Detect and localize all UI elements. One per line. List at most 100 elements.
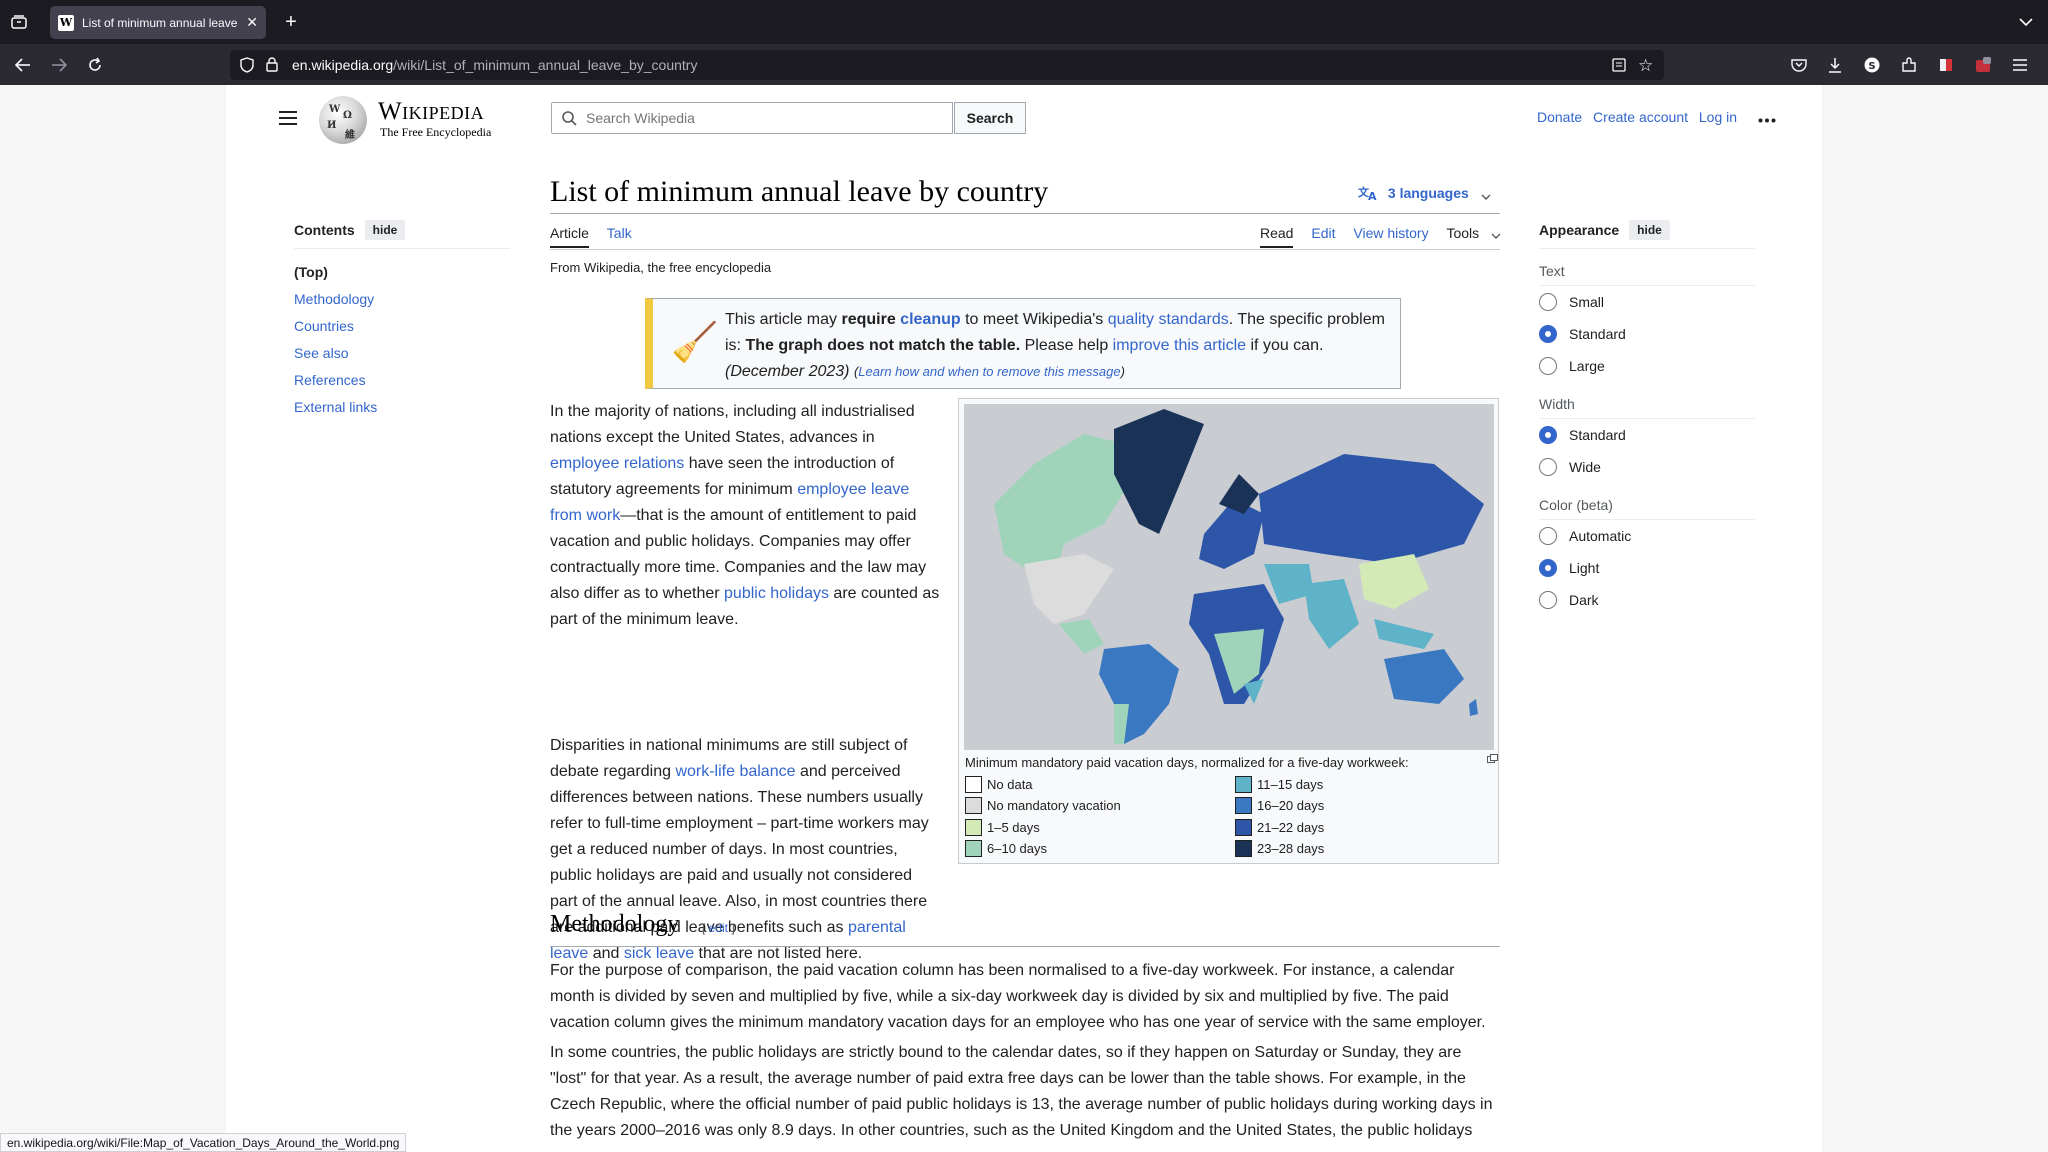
vacation-days-world-map[interactable]	[964, 404, 1494, 750]
legend-swatch	[965, 797, 982, 814]
methodology-paragraph-2: In some countries, the public holidays a…	[550, 1044, 1493, 1139]
radio-automatic[interactable]	[1539, 527, 1557, 545]
view-tabs: Read Edit View history Tools	[1260, 225, 1501, 248]
legend-item: 16–20 days	[1235, 796, 1324, 816]
radio-small[interactable]	[1539, 293, 1557, 311]
improve-article-link[interactable]: improve this article	[1113, 337, 1246, 354]
toc-hide-button[interactable]: hide	[364, 220, 406, 240]
site-sub: From Wikipedia, the free encyclopedia	[550, 260, 772, 275]
address-bar[interactable]: en.wikipedia.org/wiki/List_of_minimum_an…	[230, 50, 1664, 80]
donate-link[interactable]: Donate	[1537, 109, 1582, 125]
reload-icon[interactable]	[84, 54, 106, 76]
toc-item-references[interactable]: References	[294, 367, 510, 394]
legend-label: 21–22 days	[1257, 819, 1325, 835]
new-tab-icon[interactable]: +	[280, 11, 302, 33]
create-account-link[interactable]: Create account	[1593, 109, 1688, 125]
legend-item: 11–15 days	[1235, 774, 1323, 794]
text-size-small-option[interactable]: Small	[1539, 286, 1755, 318]
width-wide-option[interactable]: Wide	[1539, 451, 1755, 483]
tab-read[interactable]: Read	[1260, 225, 1294, 248]
legend-swatch	[965, 818, 982, 836]
legend-swatch	[1235, 797, 1252, 814]
container-extension-icon[interactable]	[1937, 56, 1955, 74]
forward-icon[interactable]	[48, 54, 70, 76]
url-text[interactable]: en.wikipedia.org/wiki/List_of_minimum_an…	[292, 57, 697, 73]
search-button[interactable]: Search	[954, 102, 1026, 134]
appearance-hide-button[interactable]: hide	[1629, 220, 1670, 240]
close-tab-icon[interactable]: ✕	[246, 14, 258, 31]
appearance-panel: Appearance hide Text Small Standard Larg…	[1539, 220, 1755, 616]
color-light-label: Light	[1569, 560, 1600, 576]
text-size-standard-option[interactable]: Standard	[1539, 318, 1755, 350]
search-icon	[562, 111, 577, 131]
radio-dark[interactable]	[1539, 591, 1557, 609]
more-options-icon[interactable]	[1758, 110, 1776, 126]
employee-relations-link[interactable]: employee relations	[550, 455, 684, 472]
cleanup-notice-text: This article may require cleanup to meet…	[725, 311, 1385, 380]
learn-remove-link[interactable]: Learn how and when to remove this messag…	[858, 364, 1120, 379]
map-caption-text: Minimum mandatory paid vacation days, no…	[965, 755, 1409, 770]
tab-edit[interactable]: Edit	[1311, 225, 1335, 241]
work-life-balance-link[interactable]: work-life balance	[675, 763, 795, 780]
addon-badge-icon[interactable]	[1974, 56, 1992, 74]
account-icon[interactable]: S	[1863, 56, 1881, 74]
reader-view-icon[interactable]	[1612, 58, 1626, 77]
toc-item-external-links[interactable]: External links	[294, 394, 510, 421]
downloads-icon[interactable]	[1826, 56, 1844, 74]
chevron-down-icon	[1491, 226, 1501, 242]
text-size-large-option[interactable]: Large	[1539, 350, 1755, 382]
tab-list-chevron-icon[interactable]	[2016, 12, 2036, 32]
browser-tab[interactable]: W List of minimum annual leave by countr…	[50, 6, 266, 39]
search-input[interactable]	[586, 110, 926, 126]
radio-standard-width[interactable]	[1539, 426, 1557, 444]
tools-dropdown[interactable]: Tools	[1446, 225, 1501, 242]
tab-talk[interactable]: Talk	[607, 225, 632, 241]
radio-light[interactable]	[1539, 559, 1557, 577]
cleanup-notice: 🧹 This article may require cleanup to me…	[645, 298, 1401, 389]
color-dark-option[interactable]: Dark	[1539, 584, 1755, 616]
tab-view-history[interactable]: View history	[1353, 225, 1428, 241]
legend-label: 6–10 days	[987, 841, 1047, 856]
methodology-edit-link[interactable]: edit	[709, 921, 728, 935]
legend-label: 23–28 days	[1257, 841, 1325, 856]
namespace-tabs: Article Talk	[550, 225, 646, 248]
legend-item: No data	[965, 774, 1033, 794]
wikipedia-wordmark[interactable]: Wikipedia	[378, 98, 484, 126]
wikipedia-globe-logo[interactable]: WΩИ維	[319, 96, 367, 144]
color-automatic-option[interactable]: Automatic	[1539, 520, 1755, 552]
table-of-contents: Contents hide (Top) Methodology Countrie…	[294, 220, 510, 421]
enlarge-icon[interactable]	[1487, 751, 1498, 766]
public-holidays-link[interactable]: public holidays	[724, 585, 829, 602]
search-box[interactable]	[551, 102, 953, 134]
notice-text-1: This article may	[725, 311, 842, 328]
color-light-option[interactable]: Light	[1539, 552, 1755, 584]
radio-standard-text[interactable]	[1539, 325, 1557, 343]
back-icon[interactable]	[12, 54, 34, 76]
appearance-title: Appearance	[1539, 222, 1620, 238]
quality-standards-link[interactable]: quality standards	[1108, 311, 1229, 328]
cleanup-link[interactable]: cleanup	[900, 311, 960, 328]
toc-item-see-also[interactable]: See also	[294, 340, 510, 367]
width-standard-option[interactable]: Standard	[1539, 419, 1755, 451]
intro-paragraph-1: In the majority of nations, including al…	[550, 399, 942, 633]
toc-item-top[interactable]: (Top)	[294, 259, 510, 286]
toc-item-countries[interactable]: Countries	[294, 313, 510, 340]
bookmark-star-icon[interactable]: ☆	[1638, 56, 1653, 76]
toc-item-methodology[interactable]: Methodology	[294, 286, 510, 313]
language-button[interactable]: 文A 3 languages	[1358, 185, 1491, 204]
pocket-icon[interactable]	[1790, 56, 1808, 74]
radio-large[interactable]	[1539, 357, 1557, 375]
lock-icon[interactable]	[266, 57, 278, 77]
tab-article[interactable]: Article	[550, 225, 589, 248]
app-menu-icon[interactable]	[2011, 56, 2029, 74]
methodology-heading: Methodology	[550, 911, 680, 937]
extensions-icon[interactable]	[1900, 56, 1918, 74]
main-menu-icon[interactable]	[278, 110, 298, 131]
radio-wide[interactable]	[1539, 458, 1557, 476]
notice-text-4: Please help	[1020, 337, 1113, 354]
tab-overview-icon[interactable]	[8, 12, 30, 32]
notice-date: (December 2023)	[725, 363, 850, 380]
link-status-bar: en.wikipedia.org/wiki/File:Map_of_Vacati…	[0, 1133, 407, 1152]
log-in-link[interactable]: Log in	[1699, 109, 1737, 125]
shield-icon[interactable]	[240, 57, 254, 78]
